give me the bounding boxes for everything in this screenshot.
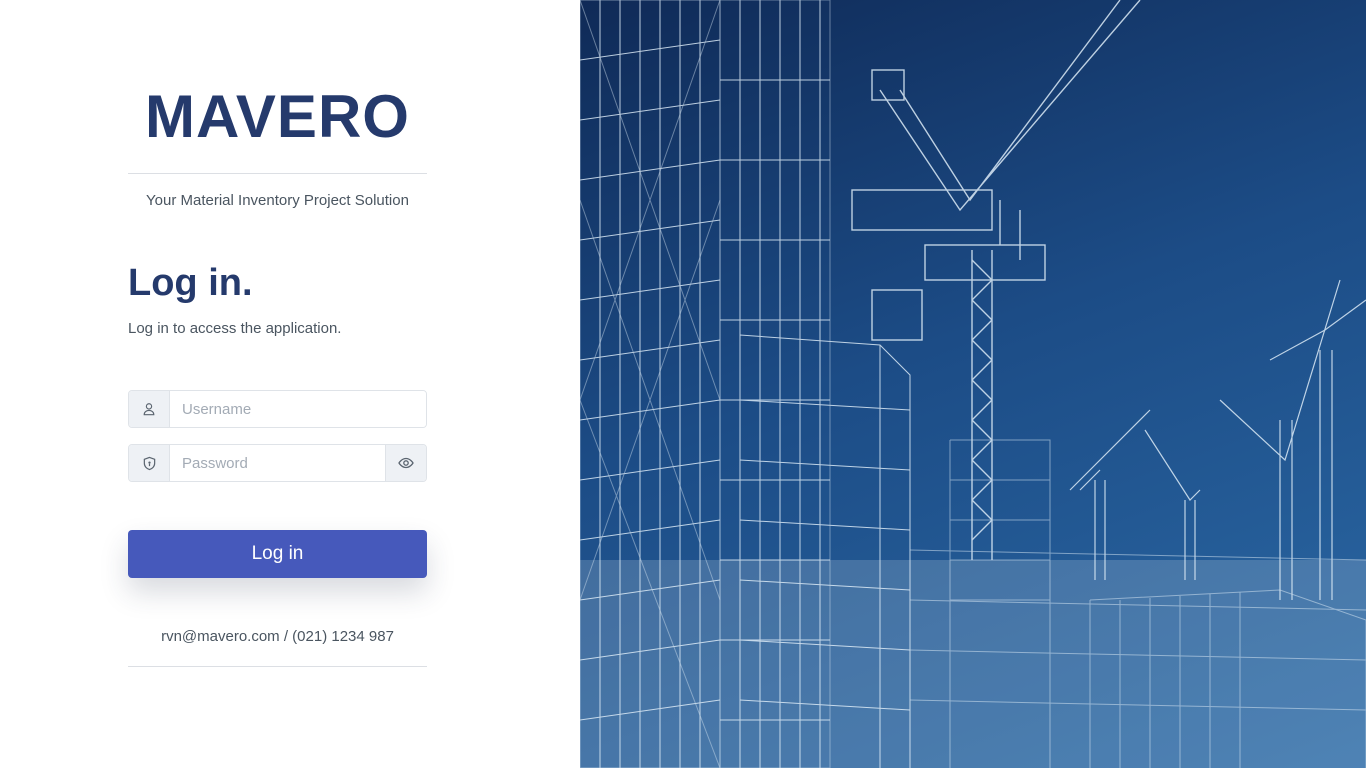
brand-logo: MAVERO <box>145 83 410 150</box>
login-panel: MAVERO Your Material Inventory Project S… <box>0 0 580 768</box>
shield-icon <box>129 445 170 481</box>
user-icon <box>129 391 170 427</box>
password-field-group <box>128 444 427 482</box>
page-title: Log in. <box>128 262 253 304</box>
brand-tagline: Your Material Inventory Project Solution <box>146 192 409 209</box>
username-field-group <box>128 390 427 428</box>
eye-icon[interactable] <box>385 445 426 481</box>
tower-crane-right <box>1069 279 1366 600</box>
password-input[interactable] <box>170 445 385 481</box>
construction-illustration <box>580 0 1366 768</box>
hero-image <box>580 0 1366 768</box>
page-subtitle: Log in to access the application. <box>128 320 342 337</box>
bottom-divider <box>128 666 427 667</box>
username-input[interactable] <box>170 391 426 427</box>
tower-crane-main <box>851 0 1141 560</box>
glow-base <box>580 560 1366 768</box>
login-button[interactable]: Log in <box>128 530 427 578</box>
contact-info: rvn@mavero.com / (021) 1234 987 <box>161 628 394 645</box>
top-divider <box>128 173 427 174</box>
